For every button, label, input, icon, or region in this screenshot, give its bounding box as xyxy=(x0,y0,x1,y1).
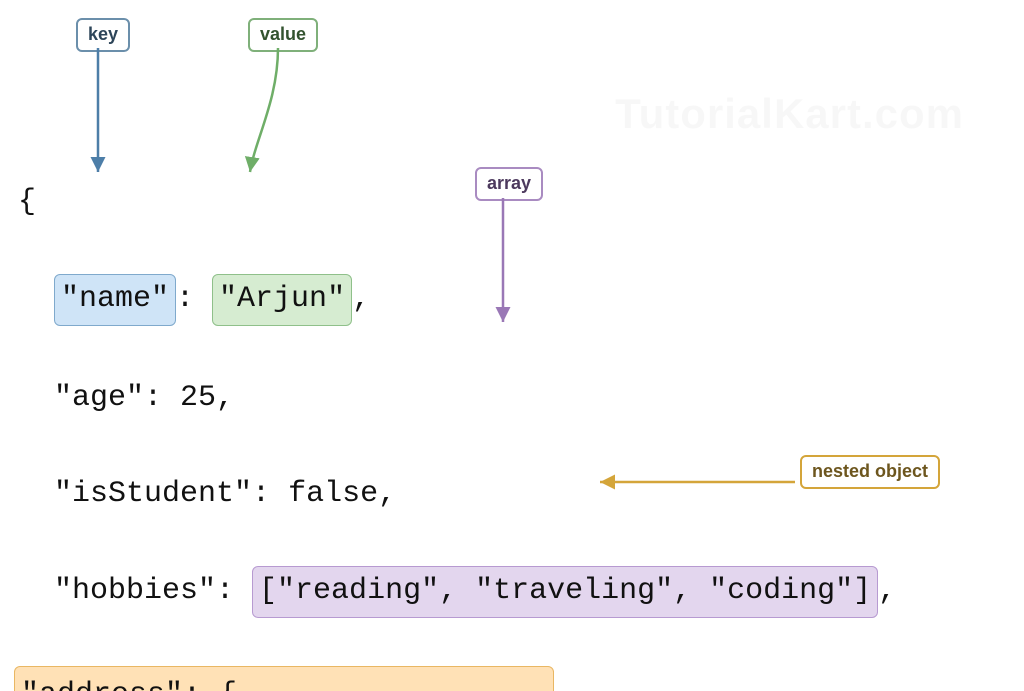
address-nested-object: "address": { "street": "456 Elm Street",… xyxy=(14,666,554,691)
age-key: "age" xyxy=(54,381,144,415)
name-key: "name" xyxy=(54,274,176,326)
address-open-brace: { xyxy=(219,678,237,691)
hobbies-key: "hobbies" xyxy=(54,574,216,608)
open-brace: { xyxy=(18,178,896,226)
isstudent-value: false xyxy=(288,477,378,511)
label-key: key xyxy=(76,18,130,52)
isstudent-key: "isStudent" xyxy=(54,477,252,511)
line-hobbies: "hobbies": ["reading", "traveling", "cod… xyxy=(18,566,896,618)
line-age: "age": 25, xyxy=(18,374,896,422)
age-value: 25 xyxy=(180,381,216,415)
line-isstudent: "isStudent": false, xyxy=(18,470,896,518)
line-name: "name": "Arjun", xyxy=(18,274,896,326)
name-value: "Arjun" xyxy=(212,274,352,326)
address-key: "address" xyxy=(21,678,183,691)
json-code-block: { "name": "Arjun", "age": 25, "isStudent… xyxy=(18,130,896,691)
label-value: value xyxy=(248,18,318,52)
line-address-block: "address": { "street": "456 Elm Street",… xyxy=(18,666,896,691)
hobbies-array: ["reading", "traveling", "coding"] xyxy=(252,566,878,618)
